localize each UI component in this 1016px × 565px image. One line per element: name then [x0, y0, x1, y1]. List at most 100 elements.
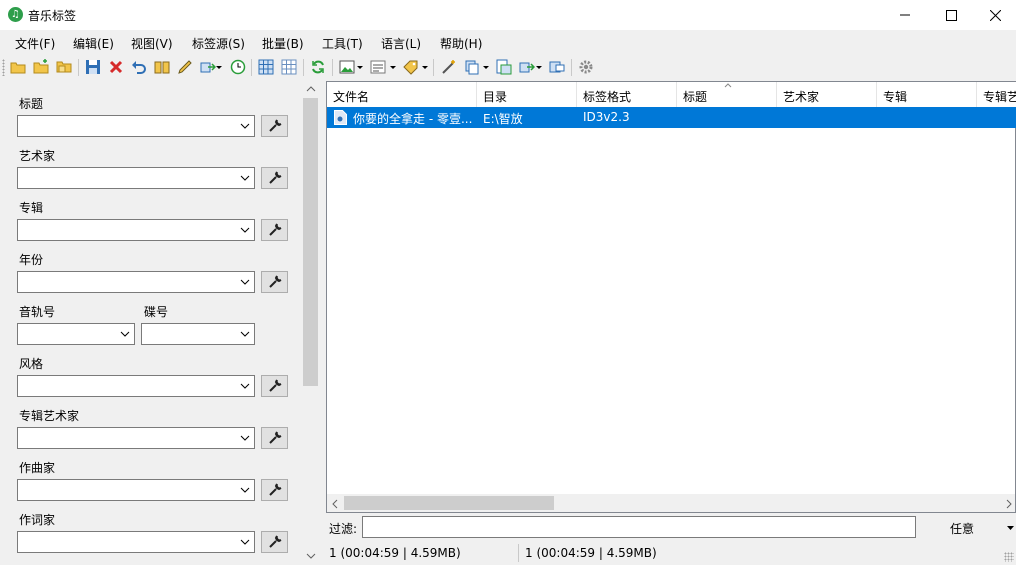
artist-action-button[interactable] — [261, 167, 288, 189]
wrench-icon — [268, 223, 281, 236]
magic-wand-icon[interactable] — [440, 58, 458, 76]
toolbar-separator — [433, 59, 434, 76]
column-artist[interactable]: 艺术家 — [777, 82, 877, 107]
status-total: 1 (00:04:59 | 4.59MB) — [525, 546, 657, 560]
column-directory[interactable]: 目录 — [477, 82, 577, 107]
disc-combo[interactable] — [141, 323, 255, 345]
file-list-hscrollbar[interactable] — [327, 494, 1015, 512]
year-action-button[interactable] — [261, 271, 288, 293]
column-filename[interactable]: 文件名 — [327, 82, 477, 107]
track-combo[interactable] — [17, 323, 135, 345]
favorite-folder-icon[interactable] — [55, 58, 73, 76]
field-label-genre: 风格 — [19, 357, 44, 371]
menu-edit[interactable]: 编辑(E) — [73, 35, 114, 52]
wrench-icon — [268, 171, 281, 184]
open-folder-icon[interactable] — [9, 58, 27, 76]
column-album-artist[interactable]: 专辑艺 — [977, 82, 1016, 107]
title-bar: ♫ 音乐标签 — [0, 0, 1016, 30]
filter-input[interactable] — [362, 516, 916, 538]
menu-batch[interactable]: 批量(B) — [262, 35, 304, 52]
artist-combo[interactable] — [17, 167, 255, 189]
chevron-down-icon[interactable] — [356, 58, 364, 76]
title-action-button[interactable] — [261, 115, 288, 137]
tag-panel-scroll-thumb[interactable] — [303, 98, 318, 386]
menu-tools[interactable]: 工具(T) — [322, 35, 363, 52]
edit-tag-icon[interactable] — [176, 58, 194, 76]
menu-file[interactable]: 文件(F) — [15, 35, 55, 52]
composer-combo[interactable] — [17, 479, 255, 501]
scroll-right-icon — [1006, 499, 1012, 509]
book-icon[interactable] — [153, 58, 171, 76]
chevron-down-icon[interactable] — [389, 58, 397, 76]
chevron-down-icon[interactable] — [482, 58, 490, 76]
table-view-icon[interactable] — [280, 58, 298, 76]
menu-bar: 文件(F) 编辑(E) 视图(V) 标签源(S) 批量(B) 工具(T) 语言(… — [0, 30, 1016, 55]
column-album[interactable]: 专辑 — [877, 82, 977, 107]
chevron-down-icon[interactable] — [1007, 526, 1014, 531]
timestamp-icon[interactable] — [229, 58, 247, 76]
file-list-hscroll-thumb[interactable] — [344, 496, 554, 510]
tag-panel: 标题 艺术家 专辑 年份 音轨号 碟号 风格 专辑艺术家 作曲家 作词家 — [0, 80, 302, 565]
filter-label: 过滤: — [329, 522, 358, 536]
year-combo[interactable] — [17, 271, 255, 293]
save-icon[interactable] — [84, 58, 102, 76]
close-button[interactable] — [972, 0, 1016, 30]
album-artist-action-button[interactable] — [261, 427, 288, 449]
cell-tag-format: ID3v2.3 — [583, 110, 630, 124]
chevron-down-icon — [240, 331, 250, 337]
field-label-year: 年份 — [19, 253, 44, 267]
file-list: 文件名 目录 标签格式 标题 艺术家 专辑 专辑艺 你要的全拿走 - 零壹...… — [326, 81, 1016, 513]
playlist-icon[interactable] — [518, 58, 536, 76]
wrench-icon — [268, 275, 281, 288]
minimize-button[interactable] — [882, 0, 928, 30]
gear-icon[interactable] — [577, 58, 595, 76]
remove-tag-icon[interactable] — [107, 58, 125, 76]
chevron-down-icon[interactable] — [215, 58, 223, 76]
music-note-icon: ♫ — [8, 7, 23, 22]
toolbar-separator — [303, 59, 304, 76]
menu-view[interactable]: 视图(V) — [131, 35, 173, 52]
chevron-down-icon — [240, 539, 250, 545]
wrench-icon — [268, 535, 281, 548]
undo-icon[interactable] — [130, 58, 148, 76]
scroll-up-icon — [306, 86, 316, 92]
menu-language[interactable]: 语言(L) — [381, 35, 421, 52]
menu-help[interactable]: 帮助(H) — [440, 35, 482, 52]
export-icon[interactable] — [495, 58, 513, 76]
field-label-track: 音轨号 — [19, 305, 56, 319]
copy-icon[interactable] — [463, 58, 481, 76]
scroll-down-icon — [306, 553, 316, 559]
toolbar-grip[interactable] — [2, 59, 5, 76]
wrench-icon — [268, 379, 281, 392]
add-folder-icon[interactable] — [32, 58, 50, 76]
album-action-button[interactable] — [261, 219, 288, 241]
toolbar — [0, 55, 1016, 80]
filter-mode-select[interactable]: 任意 — [950, 520, 974, 537]
composer-action-button[interactable] — [261, 479, 288, 501]
chevron-down-icon[interactable] — [535, 58, 543, 76]
grid-view-icon[interactable] — [257, 58, 275, 76]
cover-art-icon[interactable] — [338, 58, 356, 76]
chevron-down-icon — [240, 435, 250, 441]
refresh-icon[interactable] — [309, 58, 327, 76]
column-tag-format[interactable]: 标签格式 — [577, 82, 677, 107]
cell-filename: 你要的全拿走 - 零壹... — [353, 112, 473, 126]
chevron-down-icon — [240, 383, 250, 389]
lyricist-action-button[interactable] — [261, 531, 288, 553]
genre-action-button[interactable] — [261, 375, 288, 397]
album-combo[interactable] — [17, 219, 255, 241]
lyricist-combo[interactable] — [17, 531, 255, 553]
resize-grip[interactable] — [1004, 552, 1014, 562]
maximize-icon — [945, 9, 957, 21]
title-combo[interactable] — [17, 115, 255, 137]
toolbar-separator — [78, 59, 79, 76]
window-icon[interactable] — [548, 58, 566, 76]
genre-combo[interactable] — [17, 375, 255, 397]
chevron-down-icon[interactable] — [421, 58, 429, 76]
table-row[interactable]: 你要的全拿走 - 零壹... E:\智放 ID3v2.3 — [327, 107, 1016, 128]
album-artist-combo[interactable] — [17, 427, 255, 449]
menu-tag-sources[interactable]: 标签源(S) — [192, 35, 245, 52]
text-case-icon[interactable] — [369, 58, 387, 76]
maximize-button[interactable] — [928, 0, 974, 30]
tag-labels-icon[interactable] — [402, 58, 420, 76]
